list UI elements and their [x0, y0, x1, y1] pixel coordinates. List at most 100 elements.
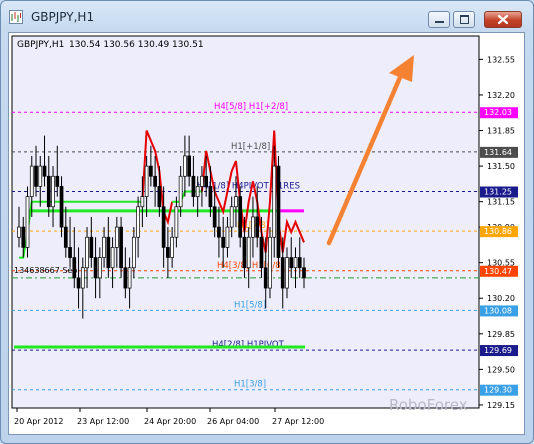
candle-body — [51, 175, 55, 208]
restore-button[interactable] — [453, 11, 475, 28]
chart-ohlc-label: 130.54 130.56 130.49 130.51 — [69, 40, 204, 50]
candle-body — [166, 247, 170, 258]
candle-body — [225, 226, 230, 248]
candle-body — [242, 236, 247, 269]
candle-body — [238, 196, 243, 238]
candle-body — [289, 257, 294, 269]
y-tick-label: 129.85 — [487, 330, 515, 339]
candle-body — [195, 186, 200, 197]
y-tick-label: 130.20 — [487, 294, 515, 303]
candle-body — [132, 236, 136, 269]
candle-body — [204, 175, 209, 187]
candle-body — [221, 236, 226, 248]
candle-body — [170, 236, 174, 258]
candle-body — [63, 226, 68, 248]
candle-body — [42, 165, 47, 177]
candle-body — [102, 236, 106, 258]
price-badge-text: 129.69 — [484, 346, 512, 355]
y-tick-label: 132.20 — [487, 91, 515, 100]
price-badge-text: 130.86 — [484, 227, 512, 236]
candle-body — [76, 277, 81, 289]
candle-body — [187, 155, 191, 177]
candle-body — [55, 175, 60, 187]
y-tick-label: 131.50 — [487, 162, 515, 171]
candle-body — [200, 175, 204, 187]
candle-body — [93, 257, 98, 279]
chart-window: GBPJPY,H1 H4[5/8] H1[+2/8] H1[+1/8] H4[1/8… — [0, 0, 534, 444]
minimize-icon — [435, 21, 444, 23]
candle-body — [234, 196, 238, 208]
candle-body — [72, 257, 77, 279]
y-tick-label: 129.50 — [487, 365, 515, 374]
level-label: H1[+1/8] — [231, 142, 270, 152]
level-label: H1[5/8] — [234, 300, 266, 310]
x-tick-label: 20 Apr 2012 — [14, 417, 63, 426]
candle-body — [110, 247, 115, 269]
minimize-button[interactable] — [428, 11, 450, 28]
candle-body — [140, 196, 145, 208]
indicator-label: 134638667 Sep — [14, 266, 77, 275]
candle-body — [153, 175, 157, 187]
candle-body — [161, 206, 166, 248]
candle-body — [136, 206, 140, 238]
candle-body — [272, 165, 277, 238]
candle-body — [212, 206, 217, 228]
candle-body — [217, 226, 221, 238]
candle-body — [174, 206, 179, 238]
candle-body — [85, 236, 89, 269]
level-label: H4[5/8] H1[+2/8] — [214, 102, 288, 112]
price-chart: H4[5/8] H1[+2/8]H1[+1/8]H4[1/8] H4PIVOT … — [11, 35, 518, 426]
x-tick-label: 24 Apr 20:00 — [144, 417, 196, 426]
x-tick-label: 23 Apr 12:00 — [77, 417, 129, 426]
candle-body — [89, 236, 94, 258]
candle-body — [25, 196, 30, 248]
candle-body — [263, 267, 268, 289]
y-tick-label: 131.15 — [487, 198, 515, 207]
price-badge-text: 132.03 — [484, 108, 512, 117]
close-button[interactable] — [484, 11, 522, 28]
candle-body — [302, 267, 306, 279]
candle-body — [80, 267, 85, 289]
candle-body — [38, 165, 43, 187]
level-label: H4[2/8] H1PIVOT — [212, 340, 285, 350]
candle-body — [46, 175, 51, 208]
price-badge-text: 131.64 — [484, 148, 512, 157]
close-icon — [497, 14, 509, 25]
candle-body — [178, 175, 183, 208]
x-tick-label: 26 Apr 04:00 — [207, 417, 259, 426]
price-badge-text: 129.30 — [484, 386, 512, 395]
candle-body — [127, 267, 132, 289]
candle-body — [276, 165, 281, 258]
candle-body — [149, 165, 153, 177]
chart-area[interactable]: H4[5/8] H1[+2/8] H1[+1/8] H4[1/8] H4PIVOT … — [8, 32, 525, 435]
candle-body — [208, 186, 213, 208]
x-tick-label: 27 Apr 12:00 — [272, 417, 324, 426]
candle-body — [97, 257, 102, 279]
candle-body — [285, 257, 289, 289]
price-badge-text: 130.47 — [484, 267, 512, 276]
candle-body — [246, 236, 251, 269]
chart-icon — [9, 10, 23, 24]
level-label: H1[3/8] — [234, 380, 266, 390]
candle-body — [255, 216, 260, 238]
candle-body — [268, 236, 272, 289]
candle-body — [229, 206, 234, 228]
price-badge-text: 130.08 — [484, 306, 512, 315]
candle-body — [293, 257, 298, 269]
window-title: GBPJPY,H1 — [31, 10, 95, 24]
price-badge-text: 131.25 — [484, 188, 512, 197]
candle-body — [251, 216, 255, 238]
candle-body — [119, 226, 123, 269]
candle-body — [259, 236, 264, 269]
restore-icon — [460, 15, 469, 24]
candle-body — [68, 247, 72, 258]
title-bar[interactable]: GBPJPY,H1 — [1, 1, 533, 33]
candle-body — [280, 257, 285, 289]
candle-body — [183, 155, 187, 177]
candle-body — [114, 226, 119, 248]
candle-body — [106, 236, 111, 269]
y-tick-label: 129.15 — [487, 401, 515, 410]
candle-body — [191, 175, 196, 197]
candle-body — [157, 186, 162, 208]
candle-body — [34, 165, 38, 187]
